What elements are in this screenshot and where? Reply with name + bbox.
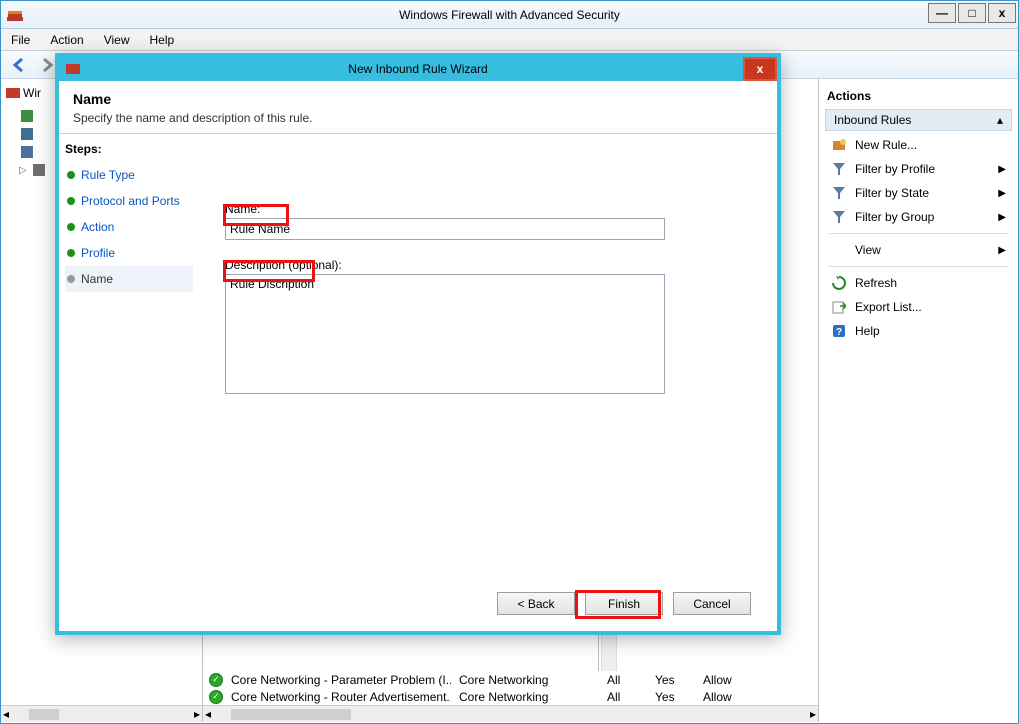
dialog-title-bar: New Inbound Rule Wizard x — [59, 57, 777, 81]
rule-description-input[interactable] — [225, 274, 665, 394]
step-action[interactable]: Action — [65, 214, 193, 240]
rule-name-input[interactable] — [225, 218, 665, 240]
firewall-icon — [65, 61, 81, 77]
new-inbound-rule-dialog: New Inbound Rule Wizard x Name Specify t… — [55, 53, 781, 635]
dialog-form: Name: Description (optional): < Back Fin… — [199, 134, 777, 631]
dialog-heading: Name — [73, 91, 763, 107]
step-protocol[interactable]: Protocol and Ports — [65, 188, 193, 214]
wizard-steps: Steps: Rule Type Protocol and Ports Acti… — [59, 134, 199, 631]
dialog-close-button[interactable]: x — [743, 57, 777, 81]
steps-label: Steps: — [65, 142, 193, 156]
back-button[interactable]: < Back — [497, 592, 575, 615]
dialog-subheading: Specify the name and description of this… — [73, 111, 763, 125]
highlight-box — [223, 204, 289, 226]
step-rule-type[interactable]: Rule Type — [65, 162, 193, 188]
step-profile[interactable]: Profile — [65, 240, 193, 266]
dialog-header: Name Specify the name and description of… — [59, 81, 777, 134]
dialog-title: New Inbound Rule Wizard — [348, 62, 487, 76]
step-name[interactable]: Name — [65, 266, 193, 292]
highlight-box — [223, 260, 315, 282]
dialog-backdrop: New Inbound Rule Wizard x Name Specify t… — [1, 1, 1018, 723]
cancel-button[interactable]: Cancel — [673, 592, 751, 615]
name-label: Name: — [225, 202, 751, 216]
highlight-box — [575, 590, 661, 619]
